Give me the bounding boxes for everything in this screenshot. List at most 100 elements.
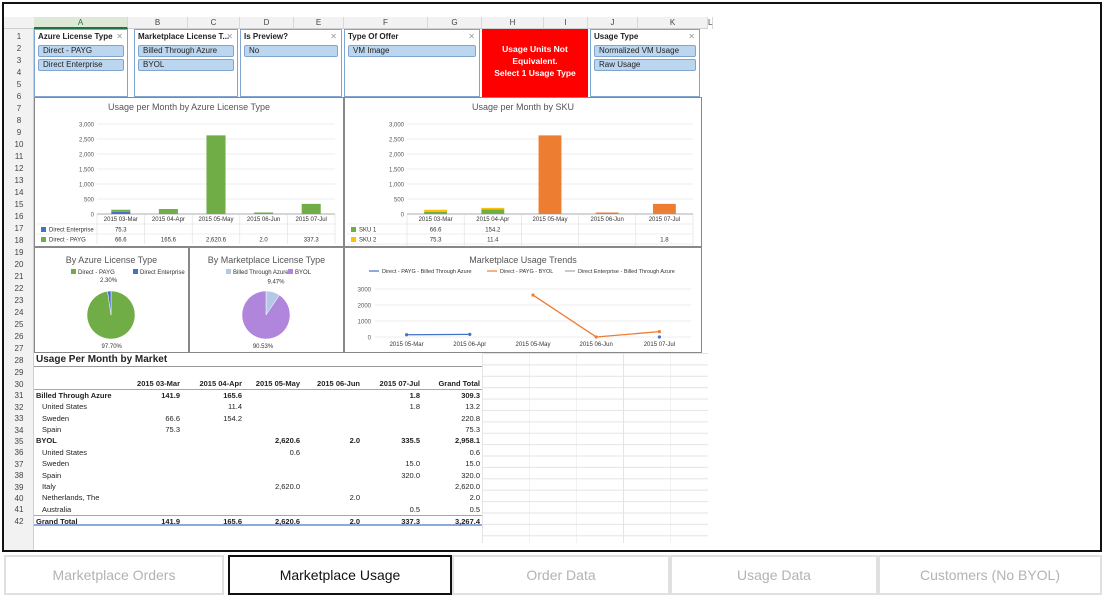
table-row[interactable]: Netherlands, The 2.0 2.0	[34, 492, 482, 503]
row-header-39[interactable]: 39	[4, 482, 34, 494]
row-header-26[interactable]: 26	[4, 331, 34, 343]
table-row[interactable]: Australia 0.5 0.5	[34, 504, 482, 515]
filter-clear-icon[interactable]: ✕	[688, 32, 695, 41]
row-header-42[interactable]: 42	[4, 516, 34, 528]
row-header-9[interactable]: 9	[4, 127, 34, 139]
row-header-4[interactable]: 4	[4, 67, 34, 79]
row-header-11[interactable]: 11	[4, 151, 34, 163]
row-header-25[interactable]: 25	[4, 319, 34, 331]
row-header-17[interactable]: 17	[4, 223, 34, 235]
row-header-23[interactable]: 23	[4, 295, 34, 307]
row-header-18[interactable]: 18	[4, 235, 34, 247]
row-header-24[interactable]: 24	[4, 307, 34, 319]
row-header-33[interactable]: 33	[4, 413, 34, 425]
chart-pie-azure[interactable]: By Azure License Type Direct - PAYG Direc…	[34, 247, 189, 353]
slicer-item[interactable]: Normalized VM Usage	[594, 45, 696, 57]
cell-value	[186, 481, 242, 492]
slicer-item[interactable]: BYOL	[138, 59, 234, 71]
row-header-20[interactable]: 20	[4, 259, 34, 271]
slicer-item[interactable]: Raw Usage	[594, 59, 696, 71]
row-header-8[interactable]: 8	[4, 115, 34, 127]
row-header-16[interactable]: 16	[4, 211, 34, 223]
filter-clear-icon[interactable]: ✕	[468, 32, 475, 41]
column-header-a[interactable]: A	[34, 17, 128, 29]
slicer-3[interactable]: Type Of Offer ✕ VM Image	[344, 29, 480, 97]
row-header-40[interactable]: 40	[4, 493, 34, 505]
row-header-10[interactable]: 10	[4, 139, 34, 151]
table-row[interactable]: Italy 2,620.0 2,620.0	[34, 481, 482, 492]
column-header-d[interactable]: D	[240, 17, 294, 29]
row-header-32[interactable]: 32	[4, 402, 34, 414]
row-header-30[interactable]: 30	[4, 379, 34, 391]
row-header-28[interactable]: 28	[4, 355, 34, 367]
table-row[interactable]: Sweden 66.6 154.2 220.8	[34, 413, 482, 424]
slicer-item[interactable]: Billed Through Azure	[138, 45, 234, 57]
column-header-l[interactable]: L	[708, 17, 714, 29]
row-header-14[interactable]: 14	[4, 187, 34, 199]
slicer-item[interactable]: Direct Enterprise	[38, 59, 124, 71]
row-header-2[interactable]: 2	[4, 43, 34, 55]
row-header-38[interactable]: 38	[4, 470, 34, 482]
row-header-41[interactable]: 41	[4, 504, 34, 516]
slicer-1[interactable]: Marketplace License T... ✕ Billed Through …	[134, 29, 238, 97]
row-header-21[interactable]: 21	[4, 271, 34, 283]
sheet-tab-usage-data[interactable]: Usage Data	[670, 555, 878, 595]
column-header-i[interactable]: I	[544, 17, 588, 29]
chart-license-type[interactable]: Usage per Month by Azure License Type 3,…	[34, 97, 344, 247]
column-header-e[interactable]: E	[294, 17, 344, 29]
column-header-f[interactable]: F	[344, 17, 428, 29]
row-header-15[interactable]: 15	[4, 199, 34, 211]
row-header-7[interactable]: 7	[4, 103, 34, 115]
slicer-4[interactable]: Usage Type ✕ Normalized VM Usage Raw Usage	[590, 29, 700, 97]
table-row[interactable]: BYOL 2,620.6 2.0 335.5 2,958.1	[34, 435, 482, 446]
table-row[interactable]: United States 0.6 0.6	[34, 447, 482, 458]
table-row[interactable]: Spain 75.3 75.3	[34, 424, 482, 435]
table-row[interactable]: Sweden 15.0 15.0	[34, 458, 482, 469]
row-header-12[interactable]: 12	[4, 163, 34, 175]
cell-value	[244, 470, 300, 481]
sheet-tab-customers-no-byol-[interactable]: Customers (No BYOL)	[878, 555, 1102, 595]
table-row[interactable]: Billed Through Azure 141.9 165.6 1.8 309.3	[34, 390, 482, 401]
slicer-2[interactable]: Is Preview? ✕ No	[240, 29, 342, 97]
filter-clear-icon[interactable]: ✕	[330, 32, 337, 41]
column-header-c[interactable]: C	[188, 17, 240, 29]
x-tick-label: 2015 05-May	[198, 217, 233, 223]
row-header-37[interactable]: 37	[4, 459, 34, 471]
slicer-item[interactable]: No	[244, 45, 338, 57]
sheet-tab-order-data[interactable]: Order Data	[452, 555, 670, 595]
row-header-3[interactable]: 3	[4, 55, 34, 67]
slicer-item[interactable]: Direct - PAYG	[38, 45, 124, 57]
row-header-29[interactable]: 29	[4, 367, 34, 379]
row-header-35[interactable]: 35	[4, 436, 34, 448]
column-header-h[interactable]: H	[482, 17, 544, 29]
chart-pie-marketplace[interactable]: By Marketplace License Type Billed Throu…	[189, 247, 344, 353]
filter-clear-icon[interactable]: ✕	[116, 32, 123, 41]
chart-trends[interactable]: Marketplace Usage Trends Direct - PAYG -…	[344, 247, 702, 353]
row-header-22[interactable]: 22	[4, 283, 34, 295]
row-header-36[interactable]: 36	[4, 447, 34, 459]
row-header-31[interactable]: 31	[4, 390, 34, 402]
table-row[interactable]: Spain 320.0 320.0	[34, 470, 482, 481]
row-header-34[interactable]: 34	[4, 425, 34, 437]
column-header-b[interactable]: B	[128, 17, 188, 29]
column-header-k[interactable]: K	[638, 17, 708, 29]
chart-sku[interactable]: Usage per Month by SKU 3,000 2,500 2,000 1,…	[344, 97, 702, 247]
row-header-19[interactable]: 19	[4, 247, 34, 259]
sheet-tab-marketplace-orders[interactable]: Marketplace Orders	[4, 555, 224, 595]
column-header-j[interactable]: J	[588, 17, 638, 29]
row-header-5[interactable]: 5	[4, 79, 34, 91]
cell-value: 2.0	[349, 517, 360, 527]
row-header-1[interactable]: 1	[4, 31, 34, 43]
filter-clear-icon[interactable]: ✕	[226, 32, 233, 41]
column-header-g[interactable]: G	[428, 17, 482, 29]
slicer-item[interactable]: VM Image	[348, 45, 476, 57]
cell-value: 1.8	[409, 390, 420, 400]
table-row[interactable]: Grand Total 141.9 165.6 2,620.6 2.0 337.3 3,26…	[34, 515, 482, 527]
y-tick-label: 2,500	[79, 138, 95, 144]
sheet-tab-marketplace-usage[interactable]: Marketplace Usage	[228, 555, 452, 595]
slicer-0[interactable]: Azure License Type ✕ Direct - PAYG Direct E…	[34, 29, 128, 97]
table-row[interactable]: United States 11.4 1.8 13.2	[34, 401, 482, 412]
row-header-27[interactable]: 27	[4, 343, 34, 355]
row-header-13[interactable]: 13	[4, 175, 34, 187]
row-header-6[interactable]: 6	[4, 91, 34, 103]
